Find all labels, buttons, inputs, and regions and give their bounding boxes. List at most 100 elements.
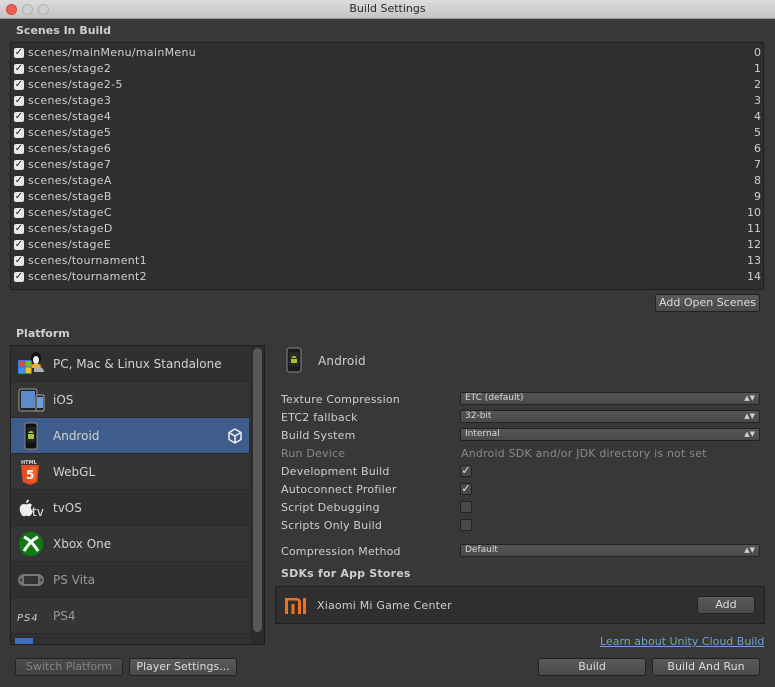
- compression-method-dropdown[interactable]: Default ▲▼: [460, 544, 760, 557]
- scene-row[interactable]: ✓ scenes/stage2 1: [11, 61, 763, 77]
- add-open-scenes-button[interactable]: Add Open Scenes: [655, 294, 760, 312]
- scene-include-checkbox[interactable]: ✓: [14, 224, 24, 234]
- window-title: Build Settings: [349, 2, 426, 15]
- platform-item-pc-mac-linux-standalone[interactable]: PC, Mac & Linux Standalone: [11, 346, 249, 382]
- dropdown-arrow-icon: ▲▼: [744, 412, 755, 420]
- scene-name: scenes/tournament1: [28, 254, 147, 267]
- script-debugging-checkbox[interactable]: [460, 501, 472, 513]
- switch-platform-button[interactable]: Switch Platform: [15, 658, 123, 676]
- scene-row[interactable]: ✓ scenes/stage2-5 2: [11, 77, 763, 93]
- scene-include-checkbox[interactable]: ✓: [14, 208, 24, 218]
- etc2-fallback-dropdown[interactable]: 32-bit ▲▼: [460, 410, 760, 423]
- platform-name: PS4: [53, 609, 76, 623]
- scene-row[interactable]: ✓ scenes/stageC 10: [11, 205, 763, 221]
- scene-include-checkbox[interactable]: ✓: [14, 80, 24, 90]
- platform-item-tvos[interactable]: tv tvOS: [11, 490, 249, 526]
- build-system-value: Internal: [465, 429, 500, 439]
- html5-icon: HTML 5: [16, 458, 46, 486]
- scene-include-checkbox[interactable]: ✓: [14, 176, 24, 186]
- scene-index: 11: [747, 222, 761, 235]
- scene-row[interactable]: ✓ scenes/stage7 7: [11, 157, 763, 173]
- build-and-run-button[interactable]: Build And Run: [652, 658, 760, 676]
- platform-item-webgl[interactable]: HTML 5 WebGL: [11, 454, 249, 490]
- platform-item-xbox-one[interactable]: Xbox One: [11, 526, 249, 562]
- script-debugging-label: Script Debugging: [281, 501, 380, 514]
- scene-row[interactable]: ✓ scenes/stage6 6: [11, 141, 763, 157]
- scene-include-checkbox[interactable]: ✓: [14, 272, 24, 282]
- scene-name: scenes/stageD: [28, 222, 113, 235]
- platform-item-android[interactable]: Android: [11, 418, 249, 454]
- dropdown-arrow-icon: ▲▼: [744, 394, 755, 402]
- scene-name: scenes/tournament2: [28, 270, 147, 283]
- sdk-xiaomi-row: Xiaomi Mi Game Center Add: [275, 586, 765, 624]
- sdk-name: Xiaomi Mi Game Center: [317, 599, 452, 612]
- scene-index: 2: [754, 78, 761, 91]
- platform-item-ps4[interactable]: PS4 PS4: [11, 598, 249, 634]
- scene-include-checkbox[interactable]: ✓: [14, 112, 24, 122]
- scene-index: 7: [754, 158, 761, 171]
- sdk-add-button[interactable]: Add: [697, 596, 755, 614]
- scene-row[interactable]: ✓ scenes/stage5 5: [11, 125, 763, 141]
- scene-include-checkbox[interactable]: ✓: [14, 64, 24, 74]
- scene-name: scenes/stage3: [28, 94, 112, 107]
- scene-index: 13: [747, 254, 761, 267]
- scene-include-checkbox[interactable]: ✓: [14, 256, 24, 266]
- scripts-only-build-checkbox[interactable]: [460, 519, 472, 531]
- platform-name: PC, Mac & Linux Standalone: [53, 357, 222, 371]
- platform-item-ps-vita[interactable]: PS Vita: [11, 562, 249, 598]
- texture-compression-dropdown[interactable]: ETC (default) ▲▼: [460, 392, 760, 405]
- scene-row[interactable]: ✓ scenes/tournament1 13: [11, 253, 763, 269]
- title-bar: Build Settings: [0, 0, 775, 19]
- dropdown-arrow-icon: ▲▼: [744, 546, 755, 554]
- development-build-checkbox[interactable]: ✓: [460, 465, 472, 477]
- scripts-only-build-label: Scripts Only Build: [281, 519, 383, 532]
- psvita-icon: [16, 566, 46, 594]
- scene-row[interactable]: ✓ scenes/mainMenu/mainMenu 0: [11, 45, 763, 61]
- scene-include-checkbox[interactable]: ✓: [14, 192, 24, 202]
- scene-row[interactable]: ✓ scenes/stageA 8: [11, 173, 763, 189]
- compression-method-value: Default: [465, 545, 498, 555]
- scene-name: scenes/mainMenu/mainMenu: [28, 46, 196, 59]
- cloud-build-link[interactable]: Learn about Unity Cloud Build: [600, 635, 764, 648]
- scene-include-checkbox[interactable]: ✓: [14, 48, 24, 58]
- scene-row[interactable]: ✓ scenes/stage3 3: [11, 93, 763, 109]
- scene-index: 14: [747, 270, 761, 283]
- scene-include-checkbox[interactable]: ✓: [14, 96, 24, 106]
- scene-index: 5: [754, 126, 761, 139]
- platform-item-ios[interactable]: iOS: [11, 382, 249, 418]
- build-system-label: Build System: [281, 429, 356, 442]
- scene-name: scenes/stage7: [28, 158, 112, 171]
- scene-row[interactable]: ✓ scenes/stageD 11: [11, 221, 763, 237]
- build-system-dropdown[interactable]: Internal ▲▼: [460, 428, 760, 441]
- run-device-label: Run Device: [281, 447, 346, 460]
- scene-name: scenes/stage6: [28, 142, 112, 155]
- scene-include-checkbox[interactable]: ✓: [14, 240, 24, 250]
- scene-index: 4: [754, 110, 761, 123]
- scene-include-checkbox[interactable]: ✓: [14, 128, 24, 138]
- scene-row[interactable]: ✓ scenes/stageE 12: [11, 237, 763, 253]
- scene-row[interactable]: ✓ scenes/stage4 4: [11, 109, 763, 125]
- compression-method-label: Compression Method: [281, 545, 401, 558]
- build-button[interactable]: Build: [538, 658, 646, 676]
- svg-text:5: 5: [26, 468, 34, 482]
- dropdown-arrow-icon: ▲▼: [744, 430, 755, 438]
- xbox-icon: [16, 530, 46, 558]
- scene-include-checkbox[interactable]: ✓: [14, 144, 24, 154]
- scene-index: 9: [754, 190, 761, 203]
- scene-row[interactable]: ✓ scenes/stageB 9: [11, 189, 763, 205]
- unity-logo-icon: [227, 428, 243, 444]
- scene-name: scenes/stage2: [28, 62, 112, 75]
- scenes-list[interactable]: ✓ scenes/mainMenu/mainMenu 0 ✓ scenes/stage2…: [10, 42, 764, 290]
- platform-name: Xbox One: [53, 537, 112, 551]
- scrollbar-thumb[interactable]: [253, 348, 262, 632]
- autoconnect-profiler-checkbox[interactable]: ✓: [460, 483, 472, 495]
- scene-include-checkbox[interactable]: ✓: [14, 160, 24, 170]
- platform-list[interactable]: PC, Mac & Linux Standalone iOS Android HTML…: [10, 345, 265, 645]
- scene-index: 12: [747, 238, 761, 251]
- platform-list-scrollbar[interactable]: [251, 346, 264, 644]
- scene-name: scenes/stageC: [28, 206, 112, 219]
- platform-name: Android: [53, 429, 100, 443]
- development-build-label: Development Build: [281, 465, 390, 478]
- player-settings-button[interactable]: Player Settings...: [129, 658, 237, 676]
- scene-row[interactable]: ✓ scenes/tournament2 14: [11, 269, 763, 285]
